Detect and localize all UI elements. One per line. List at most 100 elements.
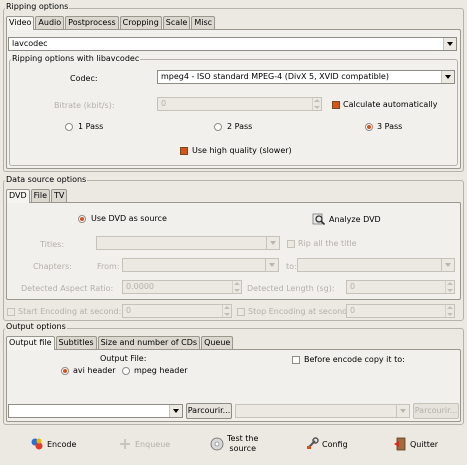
spin-arrows-icon — [445, 281, 454, 293]
tab-queue[interactable]: Queue — [201, 336, 234, 349]
quit-label: Quitter — [410, 439, 439, 449]
detected-length-spinbox[interactable]: 0 — [346, 280, 455, 294]
spin-arrows-icon — [222, 305, 231, 317]
aspect-ratio-label: Detected Aspect Ratio: — [21, 284, 114, 293]
tab-tv[interactable]: TV — [51, 189, 68, 202]
ripping-tabs: Video Audio Postprocess Cropping Scale M… — [6, 16, 216, 30]
titles-label: Titles: — [40, 240, 65, 249]
output-file-input[interactable] — [8, 404, 183, 418]
rip-all-label: Rip all the title — [298, 239, 357, 248]
tab-size-cds[interactable]: Size and number of CDs — [97, 336, 201, 349]
copy-before-encode-checkbox[interactable] — [292, 356, 300, 364]
test-source-text: Test the source — [227, 434, 258, 454]
tab-video[interactable]: Video — [6, 16, 35, 30]
detected-length-label: Detected Length (sg): — [247, 284, 335, 293]
chapters-label: Chapters: — [33, 262, 72, 271]
libavcodec-title: Ripping options with libavcodec — [11, 54, 141, 63]
enqueue-button[interactable]: Enqueue — [118, 437, 170, 451]
test-source-line1: Test the — [227, 434, 259, 443]
tab-audio[interactable]: Audio — [35, 16, 65, 29]
encode-button[interactable]: Encode — [30, 437, 76, 451]
to-label: to: — [286, 262, 297, 271]
chapter-to-select[interactable] — [297, 258, 455, 272]
stop-encoding-value: 0 — [350, 306, 356, 315]
start-encoding-checkbox[interactable] — [7, 308, 15, 316]
pass1-label: 1 Pass — [78, 122, 104, 131]
avi-header-label: avi header — [73, 366, 116, 375]
calculate-automatically-checkbox[interactable] — [332, 101, 340, 109]
source-tabs: DVD File TV — [6, 189, 68, 203]
spin-arrows-icon — [232, 281, 241, 293]
config-label: Config — [322, 439, 348, 449]
rip-all-checkbox[interactable] — [287, 240, 295, 248]
analyze-dvd-button[interactable]: Analyze DVD — [312, 212, 381, 226]
enqueue-label: Enqueue — [135, 439, 171, 449]
output-file-label: Output File: — [100, 354, 147, 363]
output-tabs: Output file Subtitles Size and number of… — [6, 336, 234, 350]
chevron-down-icon — [441, 259, 454, 271]
start-encoding-label: Start Encoding at second: — [18, 307, 122, 316]
chevron-down-icon — [169, 405, 182, 417]
stop-encoding-label: Stop Encoding at second — [248, 307, 348, 316]
spin-arrows-icon — [445, 305, 454, 317]
from-label: From: — [97, 262, 120, 271]
quit-button[interactable]: Quitter — [393, 437, 438, 451]
copy-before-encode-label: Before encode copy it to: — [304, 355, 405, 364]
titles-select[interactable] — [96, 236, 280, 250]
tab-cropping[interactable]: Cropping — [119, 16, 162, 29]
test-source-button[interactable]: Test the source — [210, 434, 258, 454]
pass2-label: 2 Pass — [227, 122, 253, 131]
codec-label: Codec: — [70, 74, 98, 83]
magnifier-icon — [312, 212, 326, 226]
chapter-from-select[interactable] — [122, 258, 279, 272]
calculate-automatically-label: Calculate automatically — [343, 100, 438, 109]
pass3-label: 3 Pass — [377, 122, 403, 131]
exit-door-icon — [393, 437, 407, 451]
browse-copy-button[interactable]: Parcourir... — [413, 403, 459, 419]
bitrate-spinbox[interactable]: 0 — [157, 97, 322, 111]
high-quality-checkbox[interactable] — [180, 147, 188, 155]
encode-label: Encode — [47, 439, 77, 449]
tab-subtitles[interactable]: Subtitles — [55, 336, 97, 349]
wrench-icon — [305, 437, 319, 451]
chevron-down-icon — [441, 71, 454, 83]
codec-library-value: lavcodec — [12, 39, 48, 48]
analyze-dvd-label: Analyze DVD — [329, 214, 381, 224]
browse-output-button[interactable]: Parcourir... — [186, 403, 232, 419]
chevron-down-icon — [265, 259, 278, 271]
spin-arrows-icon — [312, 98, 321, 110]
stop-encoding-spinbox[interactable]: 0 — [346, 304, 455, 318]
pass3-radio[interactable] — [365, 123, 373, 131]
plus-icon — [118, 437, 132, 451]
pass2-radio[interactable] — [214, 123, 222, 131]
test-source-line2: source — [229, 444, 256, 453]
copy-target-input[interactable] — [235, 404, 410, 418]
config-button[interactable]: Config — [305, 437, 348, 451]
mpeg-header-radio[interactable] — [122, 367, 130, 375]
bitrate-label: Bitrate (kbit/s): — [54, 101, 115, 110]
avi-header-radio[interactable] — [61, 367, 69, 375]
aspect-ratio-spinbox[interactable]: 0.0000 — [122, 280, 242, 294]
tab-scale[interactable]: Scale — [162, 16, 191, 29]
tab-file[interactable]: File — [30, 189, 51, 202]
use-dvd-label: Use DVD as source — [91, 214, 167, 223]
codec-library-select[interactable]: lavcodec — [8, 37, 457, 51]
pass1-radio[interactable] — [65, 123, 73, 131]
chevron-down-icon — [396, 405, 409, 417]
start-encoding-spinbox[interactable]: 0 — [122, 304, 232, 318]
chevron-down-icon — [443, 38, 456, 50]
start-encoding-value: 0 — [126, 306, 132, 315]
codec-select[interactable]: mpeg4 - ISO standard MPEG-4 (DivX 5, XVI… — [157, 70, 455, 84]
stop-encoding-checkbox[interactable] — [237, 308, 245, 316]
tab-misc[interactable]: Misc — [191, 16, 216, 29]
chevron-down-icon — [266, 237, 279, 249]
detected-length-value: 0 — [350, 282, 356, 291]
tab-output-file[interactable]: Output file — [6, 336, 55, 350]
codec-value: mpeg4 - ISO standard MPEG-4 (DivX 5, XVI… — [161, 72, 389, 81]
output-options-title: Output options — [5, 322, 67, 331]
encode-icon — [30, 437, 44, 451]
disc-icon — [210, 437, 224, 451]
tab-dvd[interactable]: DVD — [6, 189, 30, 203]
tab-postprocess[interactable]: Postprocess — [65, 16, 119, 29]
use-dvd-radio[interactable] — [78, 215, 86, 223]
